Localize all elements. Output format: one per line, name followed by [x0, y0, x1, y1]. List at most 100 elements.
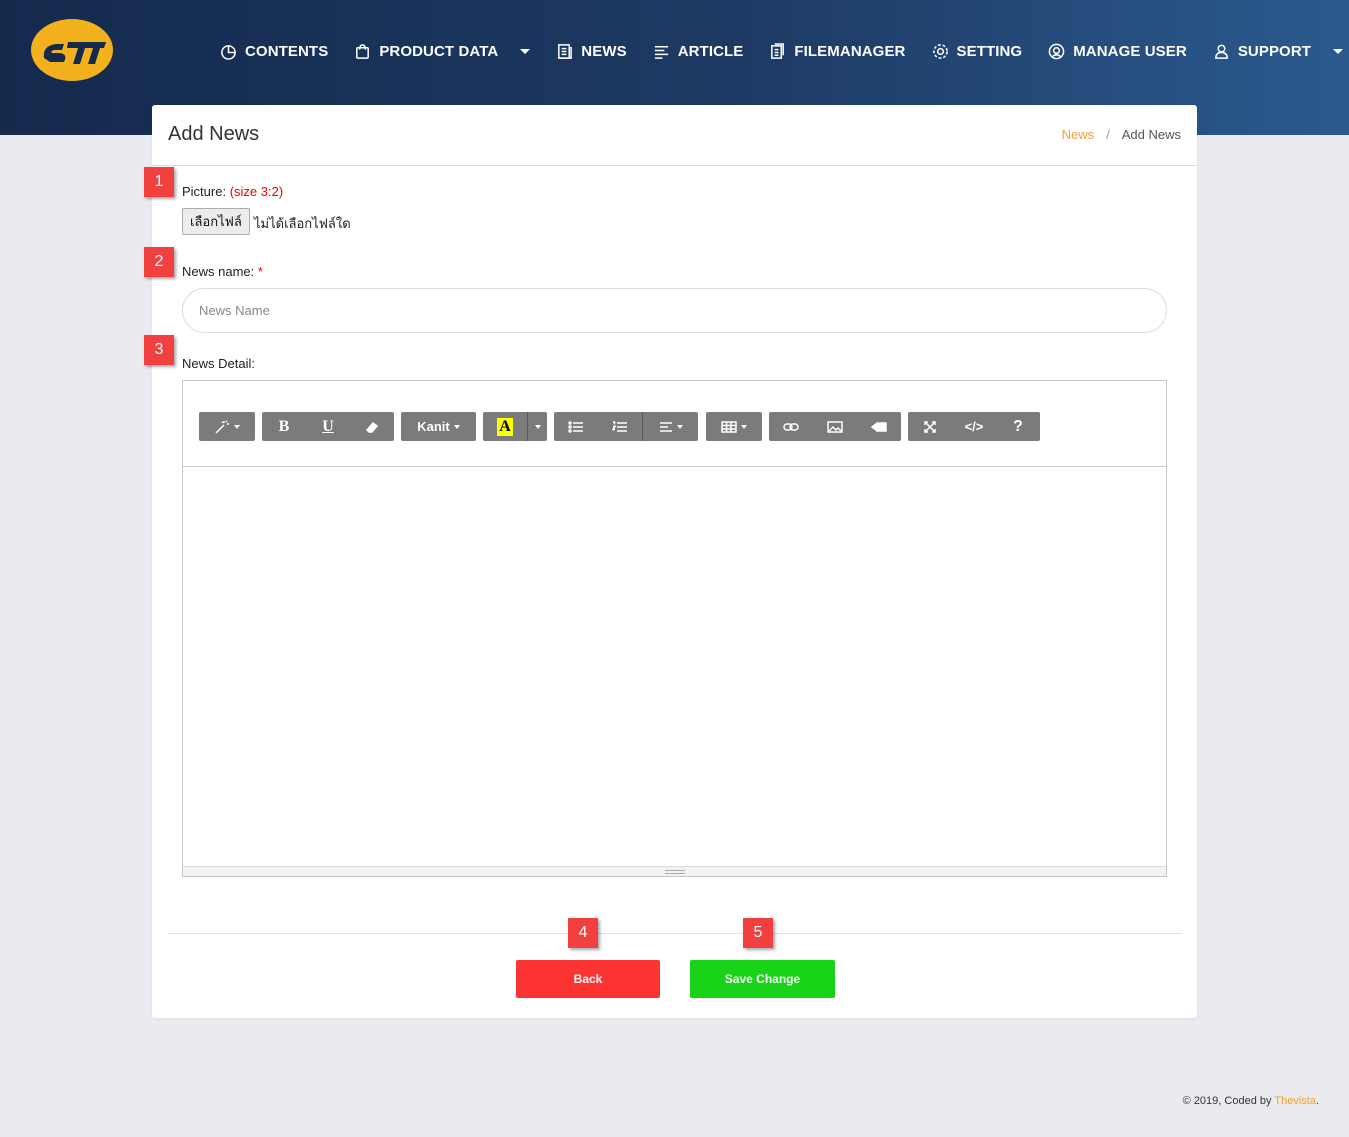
toolbar-group-fontname: Kanit	[401, 412, 476, 441]
help-button[interactable]: ?	[996, 412, 1040, 441]
save-change-button[interactable]: Save Change	[690, 960, 835, 998]
news-name-label-text: News name:	[182, 264, 255, 279]
toolbar-group-color: A	[483, 412, 547, 441]
page-title: Add News	[168, 123, 260, 145]
nav-filemanager[interactable]: FILEMANAGER	[769, 43, 905, 60]
choose-file-button[interactable]: เลือกไฟล์	[182, 208, 250, 235]
chevron-down-icon	[741, 424, 747, 429]
card-header: Add News News / Add News	[152, 105, 1197, 166]
expand-icon	[924, 420, 936, 433]
stt-logo[interactable]	[30, 18, 114, 82]
numbered-list-icon	[612, 420, 627, 432]
bullet-list-icon	[568, 420, 583, 433]
video-icon	[871, 421, 887, 432]
video-button[interactable]	[857, 412, 901, 441]
nav-contents[interactable]: CONTENTS	[220, 43, 328, 60]
toolbar-group-insert	[769, 412, 901, 441]
document-icon	[771, 42, 785, 59]
link-icon	[783, 422, 799, 431]
align-left-icon	[659, 421, 672, 432]
gear-icon	[932, 43, 948, 59]
footer-suffix: .	[1315, 1095, 1319, 1107]
image-icon	[827, 420, 843, 433]
nav-news-label: NEWS	[581, 42, 627, 60]
chevron-down-icon	[453, 424, 460, 429]
paragraph-align-button[interactable]	[642, 412, 698, 441]
editor-toolbar: B U Kanit A </> ?	[183, 381, 1166, 467]
shopping-bag-icon	[356, 43, 370, 59]
fullscreen-button[interactable]	[908, 412, 952, 441]
breadcrumb-news-link[interactable]: News	[1062, 127, 1095, 142]
toolbar-group-font: B U	[262, 412, 394, 441]
nav-product-data[interactable]: PRODUCT DATA	[354, 43, 531, 60]
underline-button[interactable]: U	[306, 412, 350, 441]
picture-size-hint: (size 3:2)	[229, 184, 284, 199]
nav-support[interactable]: SUPPORT	[1213, 42, 1344, 60]
required-asterisk: *	[257, 264, 263, 279]
ordered-list-button[interactable]	[598, 412, 642, 441]
step-marker-3: 3	[144, 335, 174, 365]
nav-setting[interactable]: SETTING	[932, 43, 1023, 60]
chevron-down-icon	[534, 424, 541, 429]
breadcrumb-current: Add News	[1121, 127, 1181, 142]
font-family-label: Kanit	[417, 419, 450, 434]
text-lines-icon	[654, 45, 668, 59]
font-family-dropdown[interactable]: Kanit	[401, 412, 476, 441]
text-color-button[interactable]: A	[483, 412, 527, 441]
nav-filemanager-label: FILEMANAGER	[794, 42, 906, 60]
footer-brand-link[interactable]: Thevista	[1274, 1095, 1316, 1107]
nav-setting-label: SETTING	[956, 42, 1023, 60]
picture-label: Picture: (size 3:2)	[182, 184, 283, 199]
style-button[interactable]	[199, 412, 255, 441]
clear-format-button[interactable]	[350, 412, 394, 441]
chevron-down-icon	[676, 424, 683, 429]
news-detail-label: News Detail:	[182, 356, 255, 371]
add-news-card: Add News News / Add News 1 Picture: (size …	[144, 105, 1197, 1018]
back-button[interactable]: Back	[516, 960, 660, 998]
breadcrumb: News / Add News	[1062, 127, 1181, 142]
editor-content-area[interactable]	[183, 467, 1166, 867]
pie-chart-icon	[221, 44, 236, 60]
table-icon	[721, 420, 737, 433]
picture-label-text: Picture:	[182, 184, 227, 199]
editor-resize-handle[interactable]	[183, 866, 1166, 876]
toolbar-group-style	[199, 412, 255, 441]
step-marker-1: 1	[144, 167, 174, 197]
chevron-down-icon[interactable]	[1333, 48, 1344, 54]
chevron-down-icon	[234, 424, 240, 429]
nav-manage-user-label: MANAGE USER	[1073, 42, 1187, 60]
table-button[interactable]	[706, 412, 762, 441]
eraser-icon	[365, 421, 379, 433]
step-marker-2: 2	[144, 247, 174, 277]
toolbar-group-para	[554, 412, 698, 441]
news-name-label: News name: *	[182, 264, 263, 279]
image-button[interactable]	[813, 412, 857, 441]
newspaper-icon	[558, 43, 573, 59]
magic-wand-icon	[215, 419, 229, 434]
nav-article[interactable]: ARTICLE	[653, 43, 744, 60]
user-icon	[1214, 44, 1228, 59]
code-view-button[interactable]: </>	[952, 412, 996, 441]
bold-button[interactable]: B	[262, 412, 306, 441]
color-letter: A	[497, 417, 513, 436]
footer-text: © 2019, Coded by	[1182, 1095, 1272, 1107]
nav-news[interactable]: NEWS	[556, 42, 627, 60]
toolbar-group-table	[706, 412, 762, 441]
footer-divider	[167, 933, 1182, 934]
nav-support-label: SUPPORT	[1237, 42, 1312, 60]
nav-contents-label: CONTENTS	[245, 42, 329, 60]
page-footer: © 2019, Coded by Thevista.	[1183, 1095, 1319, 1107]
news-name-input[interactable]	[182, 288, 1167, 333]
nav-manage-user[interactable]: MANAGE USER	[1048, 43, 1187, 60]
unordered-list-button[interactable]	[554, 412, 598, 441]
file-status-text: ไม่ได้เลือกไฟล์ใด	[254, 217, 351, 232]
chevron-down-icon[interactable]	[520, 48, 531, 54]
rich-text-editor: B U Kanit A </> ?	[182, 380, 1167, 877]
link-button[interactable]	[769, 412, 813, 441]
grip-icon	[664, 869, 685, 874]
toolbar-group-view: </> ?	[908, 412, 1040, 441]
color-dropdown-button[interactable]	[527, 412, 547, 441]
step-marker-5: 5	[743, 918, 773, 948]
user-circle-icon	[1048, 43, 1065, 59]
nav-article-label: ARTICLE	[677, 42, 744, 60]
